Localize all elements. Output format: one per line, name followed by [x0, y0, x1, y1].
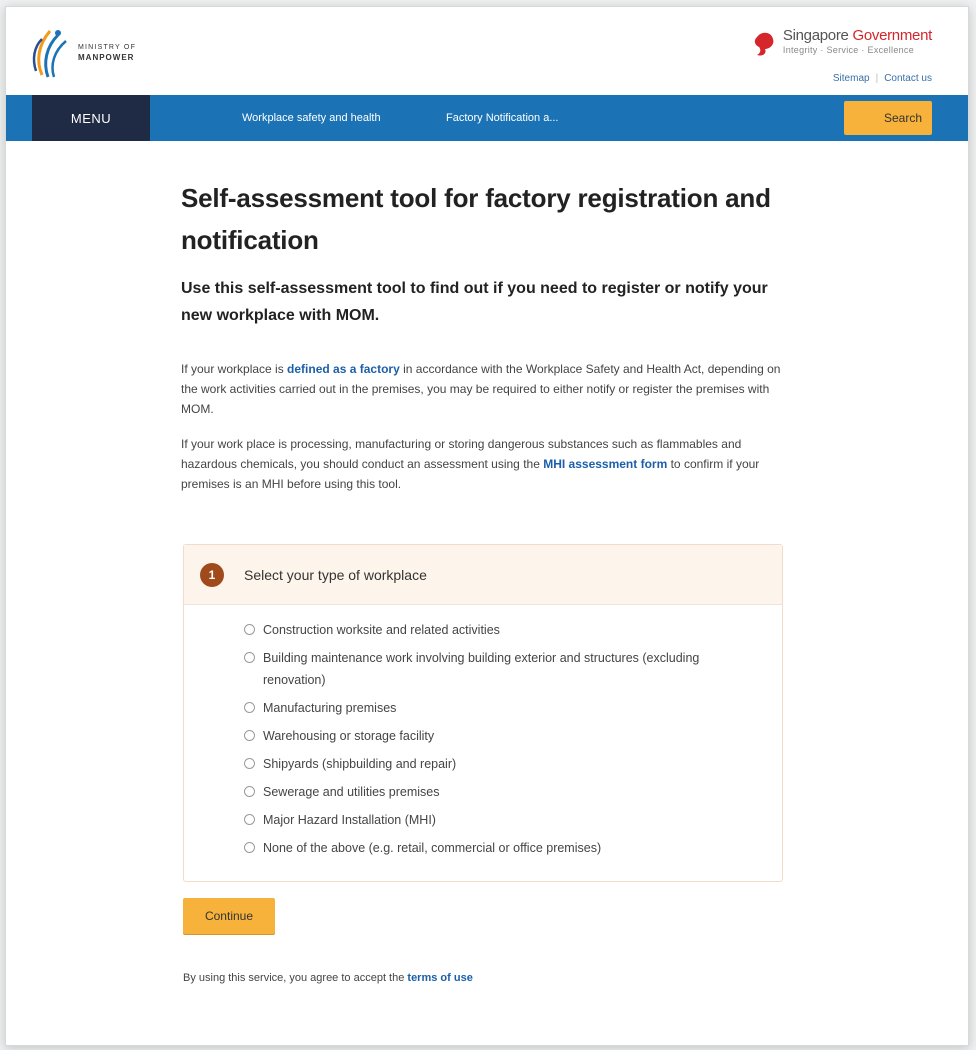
intro-paragraph: If your workplace is defined as a factor… [181, 362, 781, 416]
gov-tagline: Integrity · Service · Excellence [782, 45, 915, 55]
search-button[interactable]: Search [844, 101, 932, 135]
gov-title: Singapore Government [782, 27, 932, 44]
main-content: Self-assessment tool for factory registr… [181, 177, 791, 494]
singapore-government-brand[interactable]: Singapore Government Integrity · Service… [753, 27, 932, 57]
terms-of-use-link[interactable]: terms of use [407, 972, 472, 984]
radio-button[interactable] [244, 730, 255, 741]
page-subtitle: Use this self-assessment tool to find ou… [181, 280, 768, 324]
mom-logo[interactable]: MINISTRY OF MANPOWER [28, 25, 136, 81]
option-label: Construction worksite and related activi… [263, 623, 500, 637]
page-title: Self-assessment tool for factory registr… [181, 183, 771, 255]
sitemap-link[interactable]: Sitemap [833, 73, 870, 84]
question-card: 1 Select your type of workplace Construc… [183, 544, 783, 882]
contact-link[interactable]: Contact us [884, 73, 932, 84]
radio-button[interactable] [244, 652, 255, 663]
merlion-icon [754, 32, 774, 56]
site-header: MINISTRY OF MANPOWER Singapore Governmen… [6, 7, 968, 97]
mhi-paragraph: If your work place is processing, manufa… [181, 437, 760, 491]
breadcrumb-factory-notification[interactable]: Factory Notification a... [446, 95, 559, 141]
browser-frame: MINISTRY OF MANPOWER Singapore Governmen… [5, 6, 969, 1046]
question-header: 1 Select your type of workplace [184, 545, 782, 605]
radio-button[interactable] [244, 758, 255, 769]
option-warehousing[interactable]: Warehousing or storage facility [244, 725, 782, 747]
option-shipyards[interactable]: Shipyards (shipbuilding and repair) [244, 753, 782, 775]
radio-button[interactable] [244, 814, 255, 825]
utility-links: Sitemap | Contact us [833, 73, 932, 84]
question-label: Select your type of workplace [244, 566, 427, 583]
option-label: Major Hazard Installation (MHI) [263, 813, 436, 827]
option-construction[interactable]: Construction worksite and related activi… [244, 619, 782, 641]
option-label: Manufacturing premises [263, 701, 397, 715]
option-label: Building maintenance work involving buil… [263, 651, 700, 687]
logo-line-1: MINISTRY OF [78, 44, 137, 51]
workplace-type-options: Construction worksite and related activi… [184, 605, 782, 859]
defined-as-factory-link[interactable]: defined as a factory [287, 362, 400, 376]
main-nav: MENU Workplace safety and health Factory… [6, 95, 968, 141]
option-label: Sewerage and utilities premises [263, 785, 440, 799]
mom-logo-icon [32, 30, 67, 78]
option-label: Warehousing or storage facility [263, 729, 435, 743]
logo-line-2: MANPOWER [78, 53, 135, 62]
terms-note: By using this service, you agree to acce… [183, 972, 473, 984]
logo-wordmark: MINISTRY OF MANPOWER [78, 43, 136, 63]
option-building-maintenance[interactable]: Building maintenance work involving buil… [244, 647, 782, 691]
option-sewerage-utilities[interactable]: Sewerage and utilities premises [244, 781, 782, 803]
radio-button[interactable] [244, 702, 255, 713]
continue-button[interactable]: Continue [183, 898, 275, 934]
radio-button[interactable] [244, 786, 255, 797]
menu-button[interactable]: MENU [32, 95, 150, 141]
radio-button[interactable] [244, 624, 255, 635]
utility-separator: | [875, 73, 879, 84]
option-label: Shipyards (shipbuilding and repair) [263, 757, 457, 771]
option-mhi[interactable]: Major Hazard Installation (MHI) [244, 809, 782, 831]
breadcrumb-workplace-safety[interactable]: Workplace safety and health [242, 95, 381, 141]
option-none-of-above[interactable]: None of the above (e.g. retail, commerci… [244, 837, 782, 859]
mhi-assessment-form-link[interactable]: MHI assessment form [543, 457, 667, 471]
option-label: None of the above (e.g. retail, commerci… [263, 841, 602, 855]
option-manufacturing[interactable]: Manufacturing premises [244, 697, 782, 719]
step-number-badge: 1 [200, 562, 224, 587]
radio-button[interactable] [244, 842, 255, 853]
